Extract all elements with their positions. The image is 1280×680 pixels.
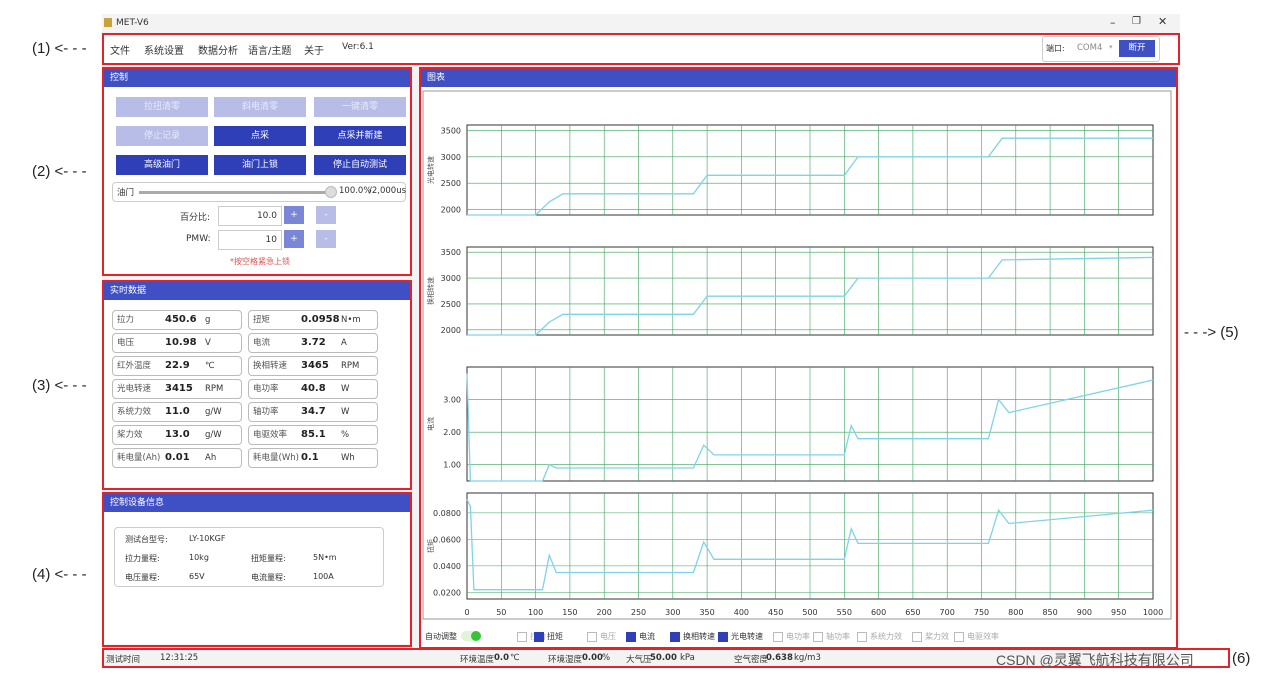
highlight-box-1 [102,33,1180,65]
annotation-2-label: (2) [32,163,51,180]
maximize-icon[interactable]: ❐ [1132,16,1141,27]
highlight-box-4 [102,492,412,647]
highlight-box-3 [102,280,412,490]
annotation-4: (4) <- - - [32,566,87,583]
annotation-2: (2) <- - - [32,163,87,180]
watermark: CSDN @灵翼飞航科技有限公司 [996,652,1194,668]
title-bar: MET-V6 – ❐ ✕ [102,14,1180,34]
annotation-1: (1) <- - - [32,40,87,57]
window-title: MET-V6 [116,18,149,28]
annotation-5: - - -> (5) [1184,324,1239,341]
annotation-4-label: (4) [32,566,51,583]
annotation-3-label: (3) [32,377,51,394]
annotation-1-label: (1) [32,40,51,57]
annotation-6-label: (6) [1232,650,1251,667]
highlight-box-5 [419,67,1178,649]
close-icon[interactable]: ✕ [1158,15,1167,28]
annotation-3: (3) <- - - [32,377,87,394]
minimize-icon[interactable]: – [1110,16,1116,29]
annotation-6: (6) [1232,650,1250,667]
highlight-box-2 [102,67,412,276]
app-logo-icon [104,18,112,27]
annotation-5-label: (5) [1220,324,1239,341]
